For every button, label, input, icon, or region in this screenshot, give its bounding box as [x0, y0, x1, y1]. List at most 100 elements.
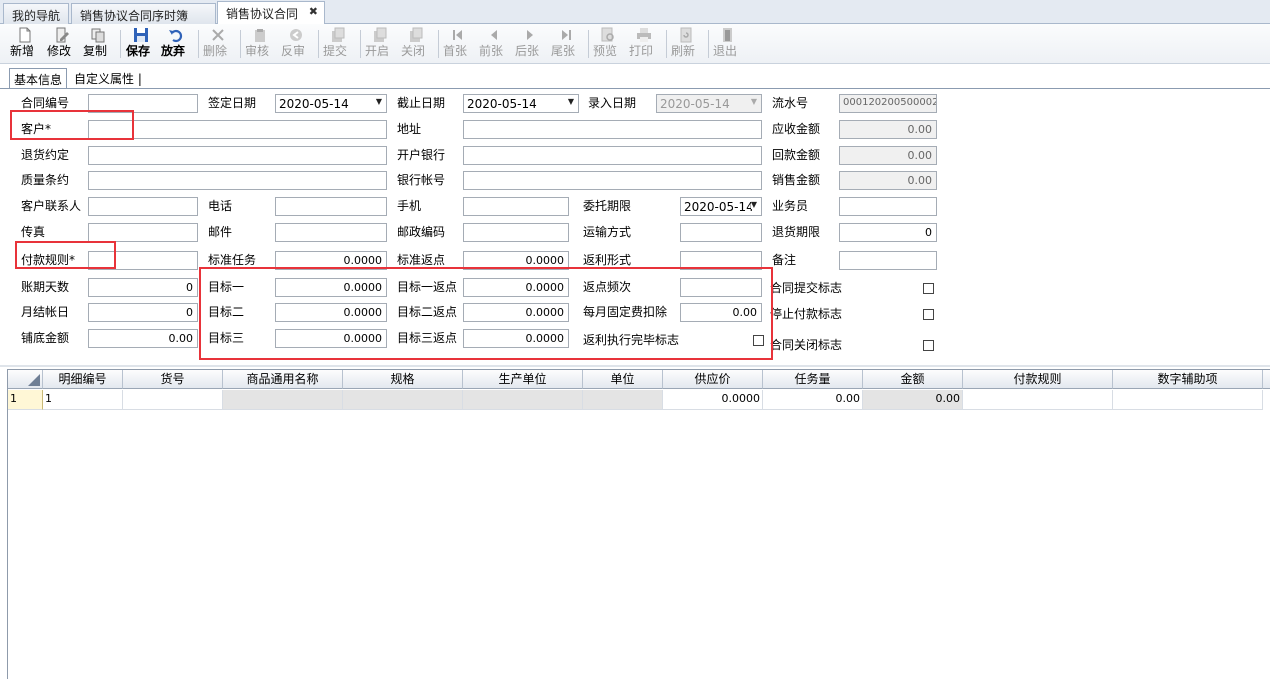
audit-button[interactable]: 审核: [245, 26, 275, 62]
grid-header-filler: [1263, 370, 1270, 389]
phone-input[interactable]: [275, 197, 387, 216]
save-button[interactable]: 保存: [126, 26, 156, 62]
email-input[interactable]: [275, 223, 387, 242]
grid-header-task-qty[interactable]: 任务量: [763, 370, 863, 389]
label-customer: 客户*: [21, 122, 52, 136]
rebate-form-input[interactable]: [680, 251, 762, 270]
close-flag-checkbox[interactable]: [923, 340, 934, 351]
copy-icon: [91, 28, 105, 43]
edit-button[interactable]: 修改: [47, 26, 77, 62]
label-stop-pay-flag: 停止付款标志: [770, 307, 843, 321]
label-receivable: 应收金额: [772, 122, 821, 136]
rebate-done-flag-checkbox[interactable]: [753, 335, 764, 346]
fax-input[interactable]: [88, 223, 198, 242]
dropdown-arrow-icon[interactable]: ▼: [750, 200, 757, 209]
open-button[interactable]: 开启: [365, 26, 395, 62]
grid-header-amount[interactable]: 金额: [863, 370, 963, 389]
print-button[interactable]: 打印: [629, 26, 659, 62]
dropdown-arrow-icon[interactable]: ▼: [376, 97, 382, 106]
grid-header-detail-no[interactable]: 明细编号: [43, 370, 123, 389]
contact-input[interactable]: [88, 197, 198, 216]
monthly-day-input[interactable]: 0: [88, 303, 198, 322]
bank-account-input[interactable]: [463, 171, 762, 190]
std-rebate-input[interactable]: 0.0000: [463, 251, 569, 270]
tab-my-navigation[interactable]: 我的导航: [3, 3, 69, 24]
std-task-input[interactable]: 0.0000: [275, 251, 387, 270]
submit-flag-checkbox[interactable]: [923, 283, 934, 294]
exit-button[interactable]: 退出: [713, 26, 743, 62]
credit-days-input[interactable]: 0: [88, 278, 198, 297]
grid-cell-detail-no[interactable]: 1: [43, 390, 123, 410]
new-button[interactable]: 新增: [10, 26, 40, 62]
postcode-input[interactable]: [463, 223, 569, 242]
rebate-freq-input[interactable]: [680, 278, 762, 297]
grid-header-numeric-aux[interactable]: 数字辅助项: [1113, 370, 1263, 389]
copy-button[interactable]: 复制: [83, 26, 113, 62]
mobile-input[interactable]: [463, 197, 569, 216]
grid-cell-task-qty[interactable]: 0.00: [763, 390, 863, 410]
target2-input[interactable]: 0.0000: [275, 303, 387, 322]
stop-pay-flag-checkbox[interactable]: [923, 309, 934, 320]
discard-button[interactable]: 放弃: [161, 26, 191, 62]
contract-no-input[interactable]: [88, 94, 198, 113]
target3-rebate-input[interactable]: 0.0000: [463, 329, 569, 348]
last-record-button[interactable]: 尾张: [551, 26, 581, 62]
grid-row-indicator[interactable]: 1: [8, 390, 43, 410]
label-salesman: 业务员: [772, 199, 809, 213]
grid-header-manufacturer[interactable]: 生产单位: [463, 370, 583, 389]
target2-rebate-input[interactable]: 0.0000: [463, 303, 569, 322]
return-agreement-input[interactable]: [88, 146, 387, 165]
remark-input[interactable]: [839, 251, 937, 270]
submit-icon: [332, 27, 345, 42]
salesman-input[interactable]: [839, 197, 937, 216]
submit-button[interactable]: 提交: [323, 26, 353, 62]
unaudit-button[interactable]: 反审: [281, 26, 311, 62]
end-date-picker[interactable]: 2020-05-14 ▼: [463, 94, 579, 113]
prev-record-button[interactable]: 前张: [479, 26, 509, 62]
target1-input[interactable]: 0.0000: [275, 278, 387, 297]
return-period-input[interactable]: 0: [839, 223, 937, 242]
base-amount-input[interactable]: 0.00: [88, 329, 198, 348]
grid-cell-numeric-aux[interactable]: [1113, 390, 1263, 410]
toolbar-separator: [588, 30, 589, 58]
label-contact: 客户联系人: [21, 199, 82, 213]
next-record-button[interactable]: 后张: [515, 26, 545, 62]
refresh-button[interactable]: 刷新: [671, 26, 701, 62]
target1-rebate-input[interactable]: 0.0000: [463, 278, 569, 297]
subtab-basic-info[interactable]: 基本信息: [9, 68, 68, 88]
payment-rule-input[interactable]: [88, 251, 198, 270]
quality-input[interactable]: [88, 171, 387, 190]
grid-corner[interactable]: [8, 370, 43, 389]
sign-date-picker[interactable]: 2020-05-14 ▼: [275, 94, 387, 113]
target3-input[interactable]: 0.0000: [275, 329, 387, 348]
splitter[interactable]: [0, 365, 1270, 367]
grid-header-unit[interactable]: 单位: [583, 370, 663, 389]
next-icon: [527, 30, 533, 40]
grid-header-item-no[interactable]: 货号: [123, 370, 223, 389]
tab-contract-journal[interactable]: 销售协议合同序时簿: [71, 3, 216, 24]
grid-header-payment-rule[interactable]: 付款规则: [963, 370, 1113, 389]
bank-input[interactable]: [463, 146, 762, 165]
customer-input[interactable]: [88, 120, 387, 139]
label-bank-account: 银行帐号: [397, 173, 446, 187]
delete-button[interactable]: 删除: [203, 26, 233, 62]
transport-input[interactable]: [680, 223, 762, 242]
subtab-custom-attrs[interactable]: 自定义属性 |: [70, 68, 146, 88]
tab-sales-contract[interactable]: 销售协议合同 ✖: [217, 1, 325, 25]
monthly-deduct-input[interactable]: 0.00: [680, 303, 762, 322]
dropdown-arrow-icon[interactable]: ▼: [568, 97, 574, 106]
grid-header-supply-price[interactable]: 供应价: [663, 370, 763, 389]
address-input[interactable]: [463, 120, 762, 139]
close-icon[interactable]: ✖: [309, 5, 318, 18]
grid-header-product-name[interactable]: 商品通用名称: [223, 370, 343, 389]
preview-button[interactable]: 预览: [593, 26, 623, 62]
grid-cell-item-no[interactable]: [123, 390, 223, 410]
grid-cell-payment-rule[interactable]: [963, 390, 1113, 410]
label-address: 地址: [397, 122, 422, 136]
grid-cell-supply-price[interactable]: 0.0000: [663, 390, 763, 410]
first-record-button[interactable]: 首张: [443, 26, 473, 62]
close-doc-button[interactable]: 关闭: [401, 26, 431, 62]
grid-header-spec[interactable]: 规格: [343, 370, 463, 389]
grid-cell-manufacturer: [463, 390, 583, 410]
commission-date-picker[interactable]: 2020-05-14 ▼: [680, 197, 762, 216]
